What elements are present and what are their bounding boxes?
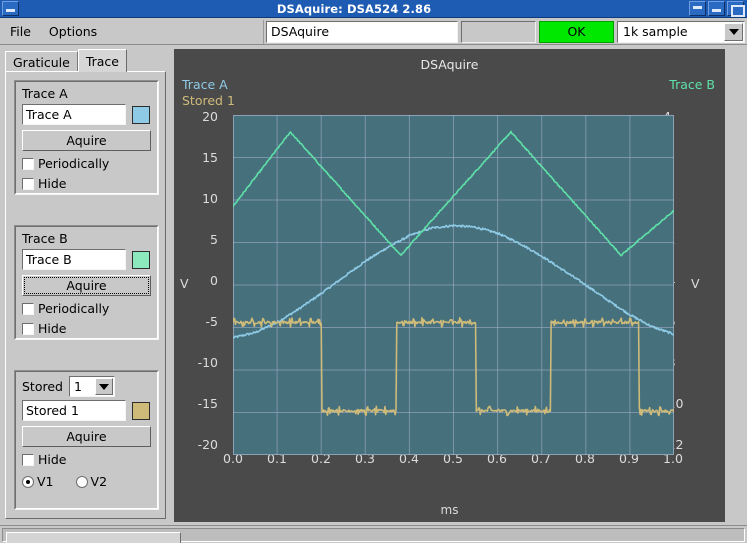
trace-b-title: Trace B (22, 231, 68, 246)
trace-b-periodically-row[interactable]: Periodically (22, 301, 151, 316)
stored-v1-label: V1 (37, 474, 54, 489)
tab-page-trace: Trace A Trace A Aquire Periodically Hide… (5, 71, 166, 519)
trace-b-group: Trace B Trace B Aquire Periodically Hide (14, 225, 159, 340)
trace-a-hide-checkbox[interactable] (22, 177, 34, 190)
blank-field[interactable] (461, 20, 536, 43)
chevron-down-icon[interactable] (724, 22, 743, 41)
x-axis-label: ms (440, 503, 459, 517)
trace-a-hide-label: Hide (38, 176, 67, 191)
trace-a-acquire-button[interactable]: Aquire (22, 130, 151, 151)
plot-title: DSAquire (420, 57, 479, 72)
trace-b-periodically-checkbox[interactable] (22, 302, 34, 315)
trace-b-hide-label: Hide (38, 321, 67, 336)
horizontal-scrollbar[interactable] (0, 525, 747, 543)
trace-b-hide-checkbox[interactable] (22, 322, 34, 335)
y-tick-left: -15 (197, 396, 218, 411)
window-title: DSAquire: DSA524 2.86 (276, 1, 432, 16)
stored-hide-checkbox[interactable] (22, 453, 34, 466)
sample-size-value: 1k sample (623, 24, 688, 39)
stored-name-input[interactable]: Stored 1 (22, 400, 126, 421)
stored-hide-row[interactable]: Hide (22, 452, 151, 467)
trace-b-periodically-label: Periodically (38, 301, 110, 316)
legend-trace-a: Trace A (182, 77, 228, 92)
minimize-icon[interactable] (689, 1, 706, 16)
menu-options[interactable]: Options (47, 22, 105, 41)
legend-stored-1: Stored 1 (182, 93, 235, 108)
trace-a-color-swatch[interactable] (132, 105, 150, 124)
y-tick-left: 5 (210, 232, 218, 247)
stored-version-row: V1 V2 (22, 474, 151, 489)
scrollbar-track[interactable] (2, 528, 745, 543)
trace-b-name-input[interactable]: Trace B (22, 249, 126, 270)
y-tick-left: 0 (210, 273, 218, 288)
stored-v2-label: V2 (90, 474, 108, 489)
y-tick-left: -5 (205, 314, 218, 329)
app-window: DSAquire: DSA524 2.86 File Options DSAqu… (0, 0, 747, 543)
content-area: Graticule Trace Trace A Trace A Aquire P… (0, 46, 747, 525)
stored-v1-radio[interactable] (22, 475, 34, 488)
trace-b-hide-row[interactable]: Hide (22, 321, 151, 336)
minimize-icon[interactable] (708, 1, 725, 16)
stored-v2-radio[interactable] (75, 475, 88, 488)
y-tick-left: -10 (197, 355, 218, 370)
stored-color-swatch[interactable] (132, 401, 150, 420)
trace-a-name-row: Trace A (22, 104, 151, 125)
plot-panel: DSAquire Trace A Stored 1 Trace B V V ms… (171, 46, 747, 525)
legend-trace-b: Trace B (669, 77, 715, 92)
stored-header-row: Stored 1 (22, 376, 151, 397)
status-badge: OK (539, 20, 614, 43)
stored-title: Stored (22, 379, 63, 394)
scrollbar-thumb[interactable] (6, 532, 181, 543)
y-tick-left: 20 (202, 109, 218, 124)
menu-file[interactable]: File (8, 22, 39, 41)
tab-strip: Graticule Trace (5, 49, 127, 72)
trace-a-group: Trace A Trace A Aquire Periodically Hide (14, 80, 159, 195)
sample-size-combo[interactable]: 1k sample (617, 20, 745, 43)
window-controls (688, 1, 745, 17)
tab-trace[interactable]: Trace (77, 49, 127, 72)
toolbar: File Options DSAquire OK 1k sample (0, 19, 747, 45)
name-input[interactable]: DSAquire (266, 20, 458, 43)
trace-a-periodically-checkbox[interactable] (22, 157, 34, 170)
trace-b-name-row: Trace B (22, 249, 151, 270)
stored-acquire-button[interactable]: Aquire (22, 426, 151, 447)
chevron-down-icon[interactable] (94, 378, 113, 395)
window-menu-button[interactable] (2, 1, 19, 16)
oscilloscope-plot[interactable]: DSAquire Trace A Stored 1 Trace B V V ms… (174, 49, 725, 522)
trace-a-periodically-row[interactable]: Periodically (22, 156, 151, 171)
trace-a-periodically-label: Periodically (38, 156, 110, 171)
y-tick-left: 10 (202, 191, 218, 206)
stored-hide-label: Hide (38, 452, 67, 467)
menu-bar: File Options (0, 19, 264, 44)
y-tick-left: -20 (197, 437, 218, 452)
trace-a-name-input[interactable]: Trace A (22, 104, 126, 125)
plot-graticule (233, 115, 674, 455)
y-tick-left: 15 (202, 150, 218, 165)
maximize-icon[interactable] (727, 1, 745, 17)
title-bar: DSAquire: DSA524 2.86 (0, 0, 747, 18)
stored-name-row: Stored 1 (22, 400, 151, 421)
trace-a-hide-row[interactable]: Hide (22, 176, 151, 191)
trace-a-title: Trace A (22, 86, 68, 101)
tab-graticule[interactable]: Graticule (5, 51, 78, 72)
stored-index-value: 1 (73, 379, 82, 394)
stored-index-combo[interactable]: 1 (68, 376, 115, 397)
left-panel: Graticule Trace Trace A Trace A Aquire P… (0, 46, 171, 525)
stored-group: Stored 1 Stored 1 Aquire Hide V1 V2 (14, 370, 159, 510)
trace-b-acquire-button[interactable]: Aquire (22, 275, 151, 296)
trace-b-color-swatch[interactable] (132, 250, 150, 269)
